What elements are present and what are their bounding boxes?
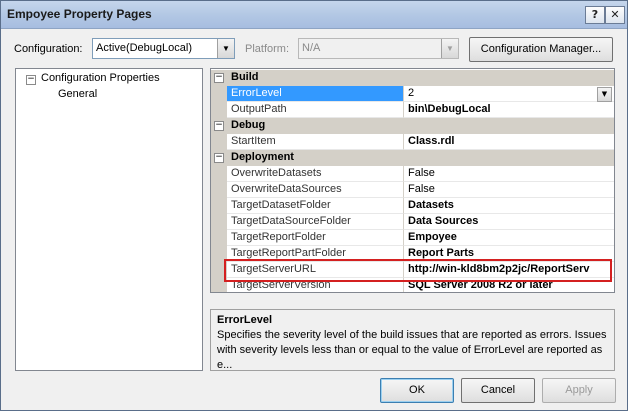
tree-item-general[interactable]: General (58, 88, 97, 100)
row-gutter (211, 198, 227, 214)
window-title: Empoyee Property Pages (7, 7, 152, 21)
property-row-startitem[interactable]: StartItem Class.rdl (211, 134, 614, 150)
collapse-icon[interactable]: − (214, 73, 224, 83)
property-value[interactable]: Empoyee (404, 230, 614, 246)
property-name: ErrorLevel (227, 86, 404, 102)
property-tree: − Configuration Properties General (15, 68, 203, 371)
property-value[interactable]: False (404, 166, 614, 182)
property-pages-dialog: Empoyee Property Pages ? ✕ Configuration… (0, 0, 628, 411)
property-row-targetreportfolder[interactable]: TargetReportFolder Empoyee (211, 230, 614, 246)
ok-button[interactable]: OK (380, 378, 454, 403)
highlight-box (224, 259, 612, 282)
category-label: Debug (231, 119, 266, 131)
property-name: TargetDataSourceFolder (227, 214, 404, 230)
tree-item-configuration-properties[interactable]: Configuration Properties (41, 72, 160, 84)
title-bar[interactable]: Empoyee Property Pages ? ✕ (1, 1, 627, 29)
configuration-value: Active(DebugLocal) (96, 42, 192, 54)
row-gutter (211, 166, 227, 182)
category-build[interactable]: − Build (211, 70, 614, 86)
category-label: Build (231, 71, 259, 83)
property-row-targetdatasourcefolder[interactable]: TargetDataSourceFolder Data Sources (211, 214, 614, 230)
property-row-errorlevel[interactable]: ErrorLevel 2 ▼ (211, 86, 614, 102)
collapse-icon[interactable]: − (214, 121, 224, 131)
property-value[interactable]: 2 (404, 86, 614, 102)
row-gutter (211, 182, 227, 198)
property-value[interactable]: Data Sources (404, 214, 614, 230)
collapse-icon[interactable]: − (214, 153, 224, 163)
configuration-label: Configuration: (14, 43, 83, 55)
description-panel: ErrorLevel Specifies the severity level … (210, 309, 615, 371)
configuration-select[interactable]: Active(DebugLocal) ▼ (92, 38, 235, 59)
property-name: OverwriteDataSources (227, 182, 404, 198)
property-value[interactable]: bin\DebugLocal (404, 102, 614, 118)
property-name: StartItem (227, 134, 404, 150)
platform-label: Platform: (245, 43, 290, 55)
property-value[interactable]: False (404, 182, 614, 198)
category-deployment[interactable]: − Deployment (211, 150, 614, 166)
property-name: OutputPath (227, 102, 404, 118)
description-text: Specifies the severity level of the buil… (217, 329, 607, 371)
description-title: ErrorLevel (217, 314, 273, 326)
property-name: TargetReportFolder (227, 230, 404, 246)
platform-value: N/A (302, 42, 321, 54)
row-gutter (211, 134, 227, 150)
property-row-overwritedatasets[interactable]: OverwriteDatasets False (211, 166, 614, 182)
chevron-down-icon[interactable]: ▼ (217, 39, 234, 58)
category-debug[interactable]: − Debug (211, 118, 614, 134)
property-name: TargetDatasetFolder (227, 198, 404, 214)
category-label: Deployment (231, 151, 294, 163)
apply-button: Apply (542, 378, 616, 403)
row-gutter (211, 102, 227, 118)
platform-select: N/A ▼ (298, 38, 459, 59)
row-gutter (211, 230, 227, 246)
property-value[interactable]: Datasets (404, 198, 614, 214)
help-button[interactable]: ? (585, 6, 605, 24)
chevron-down-icon[interactable]: ▼ (597, 87, 612, 102)
cancel-button[interactable]: Cancel (461, 378, 535, 403)
collapse-icon[interactable]: − (26, 75, 36, 85)
property-row-overwritedatasources[interactable]: OverwriteDataSources False (211, 182, 614, 198)
close-button[interactable]: ✕ (605, 6, 625, 24)
property-row-targetdatasetfolder[interactable]: TargetDatasetFolder Datasets (211, 198, 614, 214)
property-row-outputpath[interactable]: OutputPath bin\DebugLocal (211, 102, 614, 118)
property-value[interactable]: Class.rdl (404, 134, 614, 150)
configuration-manager-button[interactable]: Configuration Manager... (469, 37, 613, 62)
row-gutter (211, 86, 227, 102)
chevron-down-icon: ▼ (441, 39, 458, 58)
row-gutter (211, 214, 227, 230)
property-name: OverwriteDatasets (227, 166, 404, 182)
